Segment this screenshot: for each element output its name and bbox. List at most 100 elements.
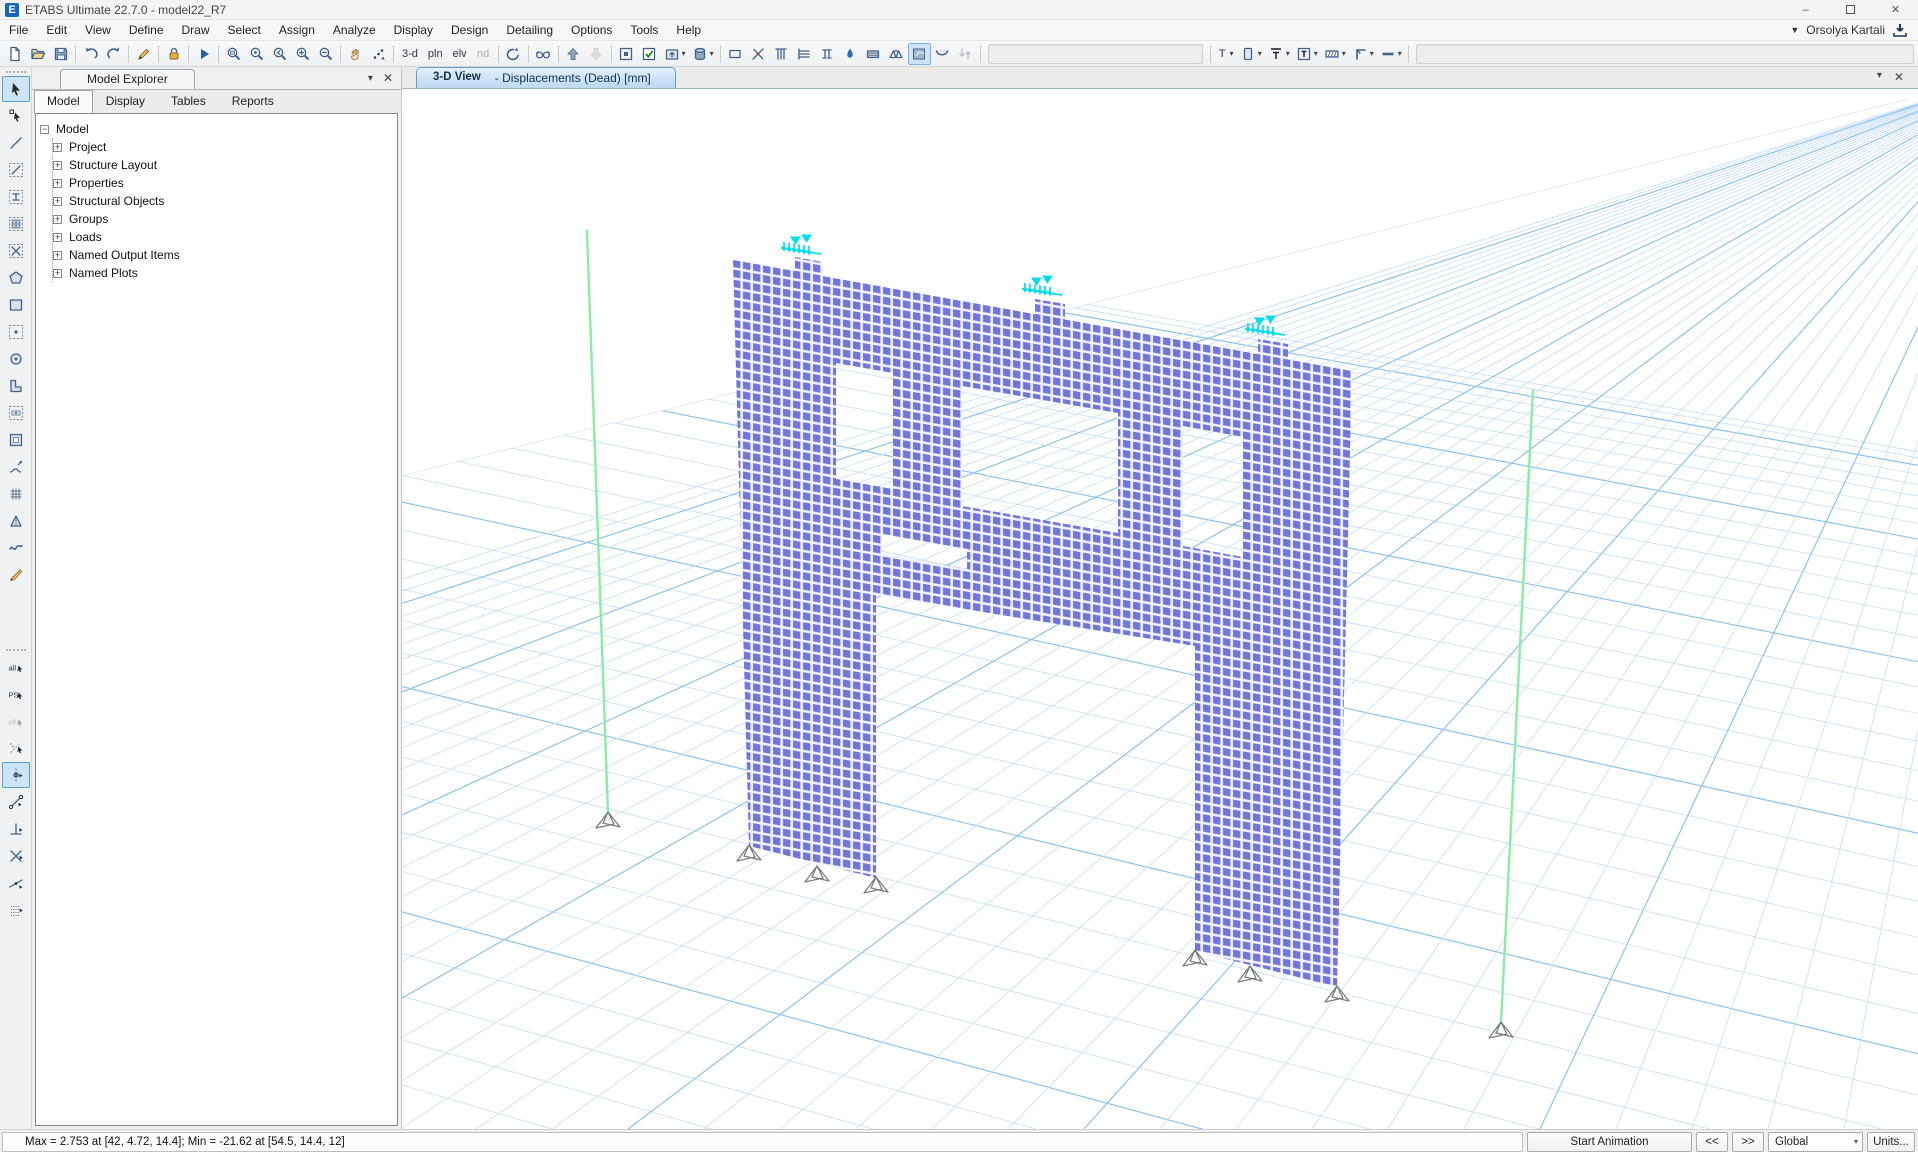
tree-expander-named-plots[interactable]: + [53,269,62,278]
edit-pencil-button[interactable] [132,43,155,65]
deselect-lines-button[interactable] [2,735,30,761]
undo-button[interactable] [79,43,102,65]
dropdown-caret-icon[interactable]: ▾ [1258,49,1262,58]
show-axes-button[interactable] [747,43,770,65]
units-button[interactable]: Units... [1867,1132,1915,1152]
save-model-button[interactable] [49,43,72,65]
menu-edit[interactable]: Edit [37,20,76,41]
quick-draw-point-area-button[interactable] [2,346,30,372]
menu-detailing[interactable]: Detailing [497,20,562,41]
reshape-object-button[interactable] [2,103,30,129]
deformed-shape-button[interactable] [931,43,954,65]
close-button[interactable]: ✕ [1873,0,1918,19]
run-analysis-button[interactable] [192,43,215,65]
quick-draw-wall-button[interactable] [2,400,30,426]
move-down-in-list-button[interactable] [585,43,608,65]
coord-system-select[interactable]: Global ▾ [1768,1132,1863,1152]
prev-step-button[interactable]: << [1696,1132,1728,1152]
menu-tools[interactable]: Tools [621,20,667,41]
explorer-tab-display[interactable]: Display [93,90,158,113]
view-plan-button[interactable]: pln [423,43,448,65]
plan-view-up-button[interactable]: ▾ [661,43,689,65]
view-tab-3d[interactable]: 3-D View - Displacements (Dead) [mm] [416,67,676,88]
top-text-labels-button[interactable]: ▾ [1265,43,1293,65]
open-file-button[interactable] [26,43,49,65]
quick-draw-secondary-beams-button[interactable] [2,211,30,237]
tree-expander-structure-layout[interactable]: + [53,161,62,170]
start-animation-button[interactable]: Start Animation [1527,1132,1692,1152]
draw-ramp-button[interactable] [2,508,30,534]
toolbar-grip[interactable] [6,71,26,73]
draw-wall-button[interactable] [2,373,30,399]
menu-display[interactable]: Display [385,20,442,41]
line-type-display-button[interactable]: ▾ [1377,43,1405,65]
quick-draw-columns-button[interactable] [2,184,30,210]
zoom-all-button[interactable] [245,43,268,65]
snap-to-fine-grid-button[interactable] [2,897,30,923]
snap-to-perpendicular-button[interactable] [2,816,30,842]
water-drop-loads-button[interactable] [839,43,862,65]
zoom-in-button[interactable] [291,43,314,65]
snap-to-points-button[interactable] [2,762,30,788]
show-selection-only-button[interactable] [638,43,661,65]
plan-views-button[interactable] [793,43,816,65]
quick-draw-frame-button[interactable] [2,157,30,183]
explorer-tab-tables[interactable]: Tables [158,90,219,113]
view-close-icon[interactable]: ✕ [1894,70,1904,84]
menu-options[interactable]: Options [562,20,621,41]
model-explorer-tab[interactable]: Model Explorer [60,69,195,89]
dropdown-caret-icon[interactable]: ▾ [682,49,686,58]
tree-expander-structural-objects[interactable]: + [53,197,62,206]
tree-expander-properties[interactable]: + [53,179,62,188]
menu-define[interactable]: Define [120,20,173,41]
tree-expander-model[interactable]: − [40,125,49,134]
release-display-button[interactable]: ▾ [1349,43,1377,65]
draw-opening-button[interactable] [2,427,30,453]
pan-button[interactable] [344,43,367,65]
panel-menu-icon[interactable]: ▾ [368,73,373,84]
draw-rect-area-button[interactable] [2,292,30,318]
dropdown-caret-icon[interactable]: ▾ [1314,49,1318,58]
menu-select[interactable]: Select [219,20,270,41]
draw-rect-button[interactable] [724,43,747,65]
view-menu-icon[interactable]: ▾ [1877,70,1882,84]
user-account[interactable]: ▼ Orsolya Kartali [1790,23,1918,38]
shrink-objects-button[interactable] [615,43,638,65]
tree-expander-groups[interactable]: + [53,215,62,224]
dropdown-caret-icon[interactable]: ▾ [710,49,714,58]
tree-item-named-plots[interactable]: Named Plots [67,266,140,280]
tree-item-structure-layout[interactable]: Structure Layout [67,158,159,172]
tree-expander-project[interactable]: + [53,143,62,152]
toolbar-grip[interactable] [6,649,26,651]
viewport-canvas[interactable] [402,89,1918,1129]
joint-labels-button[interactable]: T▾ [1214,43,1237,65]
draw-frame-button[interactable] [2,130,30,156]
draw-spandrel-button[interactable] [2,535,30,561]
perspective-toggle-button[interactable] [367,43,390,65]
view-3d-button[interactable]: 3-d [397,43,423,65]
draw-poly-area-button[interactable] [2,265,30,291]
boxed-text-labels-button[interactable]: ▾ [1293,43,1321,65]
new-model-button[interactable] [3,43,26,65]
elevation-views-button[interactable] [770,43,793,65]
draw-link-button[interactable] [2,454,30,480]
wall-sections-button[interactable] [862,43,885,65]
shaded-view-button[interactable] [908,43,931,65]
clear-selection-button[interactable]: clr [2,708,30,734]
minimize-button[interactable]: – [1783,0,1828,19]
quick-draw-area-button[interactable] [2,319,30,345]
maximize-button[interactable] [1828,0,1873,19]
menu-analyze[interactable]: Analyze [324,20,385,41]
dropdown-caret-icon[interactable]: ▾ [1370,49,1374,58]
tree-expander-named-output-items[interactable]: + [53,251,62,260]
snap-to-ends-button[interactable] [2,789,30,815]
tree-item-model[interactable]: Model [54,122,91,136]
tree-item-loads[interactable]: Loads [67,230,104,244]
tree-item-structural-objects[interactable]: Structural Objects [67,194,166,208]
zoom-out-button[interactable] [314,43,337,65]
animate-arrows-button[interactable] [954,43,977,65]
truss-objects-button[interactable] [885,43,908,65]
quick-draw-braces-button[interactable] [2,238,30,264]
menu-assign[interactable]: Assign [270,20,324,41]
menu-help[interactable]: Help [667,20,710,41]
